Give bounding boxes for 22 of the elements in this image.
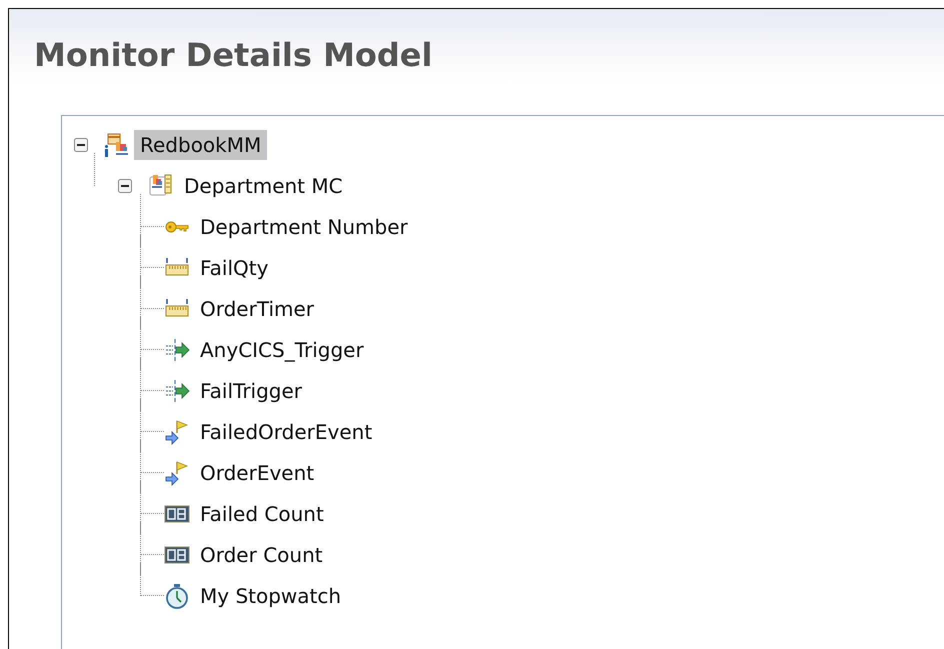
flag-arrow-icon	[164, 460, 190, 486]
tree-item[interactable]: Department Number	[194, 212, 414, 242]
tree-item[interactable]: FailQty	[194, 252, 274, 282]
tree-item[interactable]: OrderTimer	[194, 294, 320, 324]
arrow-icon	[164, 336, 190, 362]
tree-item[interactable]: RedbookMM	[134, 130, 268, 160]
flag-arrow-icon	[164, 418, 190, 444]
tree-item[interactable]: My Stopwatch	[194, 580, 348, 610]
stopwatch-icon	[164, 582, 190, 608]
tree-item[interactable]: AnyCICS_Trigger	[194, 334, 370, 364]
tree-item[interactable]: OrderEvent	[194, 458, 320, 488]
tree-item[interactable]: Order Count	[194, 540, 329, 570]
tree-item[interactable]: Failed Count	[194, 498, 330, 528]
arrow-icon	[164, 378, 190, 404]
collapse-toggle[interactable]	[74, 138, 88, 152]
context-icon	[148, 172, 174, 198]
collapse-toggle[interactable]	[118, 178, 132, 192]
model-icon	[104, 132, 130, 158]
tree-item[interactable]: FailedOrderEvent	[194, 416, 378, 446]
tree-item[interactable]: Department MC	[178, 170, 349, 200]
tree-item[interactable]: FailTrigger	[194, 376, 308, 406]
page-title: Monitor Details Model	[34, 36, 432, 74]
